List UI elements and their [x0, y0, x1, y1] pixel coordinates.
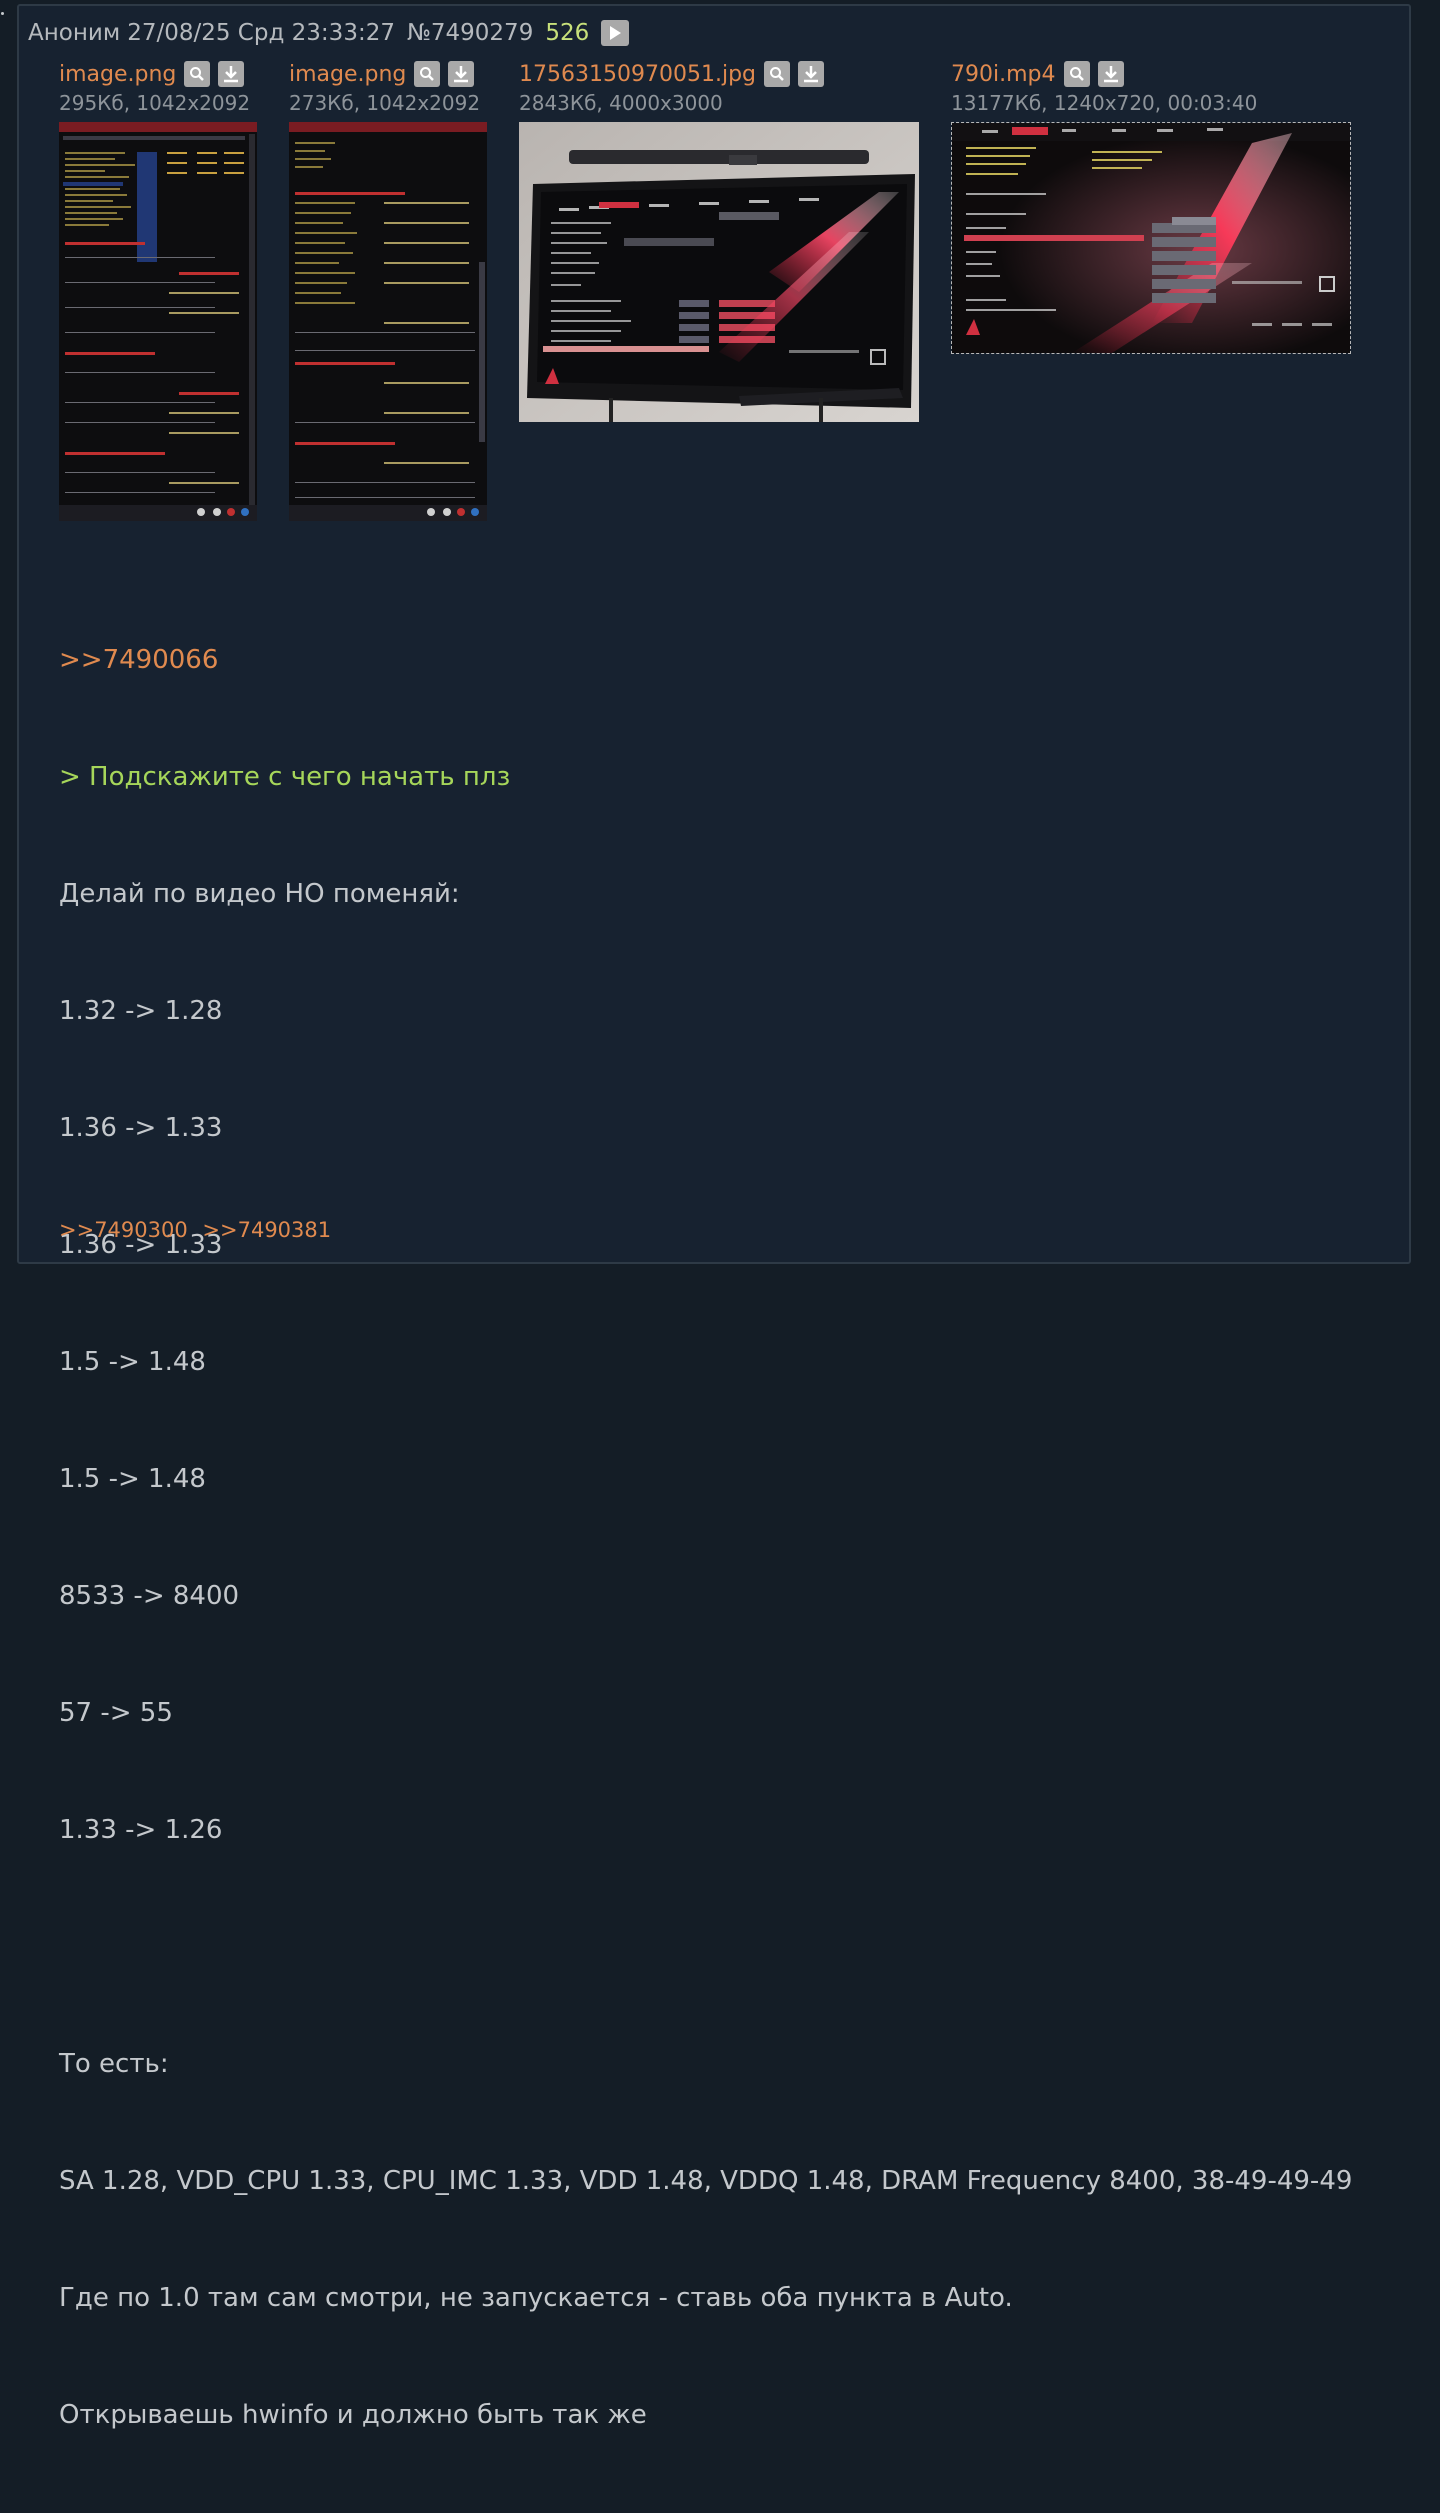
body-line: 8533 -> 8400: [59, 1581, 240, 1611]
file-meta: 295Кб, 1042x2092: [59, 91, 251, 115]
replies: >>7490300 >>7490381: [59, 1218, 339, 1242]
body-line: 1.33 -> 1.26: [59, 1815, 223, 1845]
file-attachment: 17563150970051.jpg 2843Кб, 4000x3000: [519, 58, 824, 116]
search-icon[interactable]: [414, 61, 441, 87]
file-attachment: image.png 295Кб, 1042x2092: [59, 58, 250, 116]
thumbnail-image[interactable]: [59, 122, 257, 521]
list-bullet: [1, 12, 4, 15]
file-attachment: 790i.mp4 13177Кб, 1240x720, 00:03:40: [951, 58, 1257, 116]
post: Аноним 27/08/25 Срд 23:33:27 №7490279 52…: [17, 4, 1411, 2430]
poster-name: Аноним: [28, 20, 121, 46]
download-icon[interactable]: [798, 61, 824, 87]
body-line: 1.36 -> 1.33: [59, 1113, 223, 1143]
post-number[interactable]: №7490279: [407, 20, 533, 46]
play-icon[interactable]: [601, 20, 630, 46]
download-icon[interactable]: [1097, 61, 1124, 87]
file-name-link[interactable]: image.png: [289, 62, 406, 87]
file-meta: 2843Кб, 4000x3000: [519, 91, 723, 115]
download-icon[interactable]: [218, 61, 245, 87]
body-line: То есть:: [59, 2049, 169, 2079]
body-line: 1.5 -> 1.48: [59, 1464, 206, 1494]
file-name-link[interactable]: 790i.mp4: [951, 62, 1056, 87]
search-icon[interactable]: [764, 61, 790, 87]
search-icon[interactable]: [1063, 61, 1090, 87]
body-line: Делай по видео НО поменяй:: [59, 879, 460, 909]
search-icon[interactable]: [184, 61, 211, 87]
file-name-link[interactable]: image.png: [59, 62, 176, 87]
post-header: Аноним 27/08/25 Срд 23:33:27 №7490279 52…: [28, 18, 630, 48]
body-line: 1.32 -> 1.28: [59, 996, 223, 1026]
download-icon[interactable]: [448, 61, 475, 87]
video-thumbnail[interactable]: [951, 122, 1351, 354]
body-line: SA 1.28, VDD_CPU 1.33, CPU_IMC 1.33, VDD…: [59, 2166, 1353, 2196]
post-count: 526: [545, 20, 590, 46]
file-meta: 13177Кб, 1240x720, 00:03:40: [951, 91, 1258, 115]
greentext-quote: > Подскажите с чего начать плз: [59, 762, 511, 792]
body-line: 57 -> 55: [59, 1698, 173, 1728]
body-line: Где по 1.0 там сам смотри, не запускаетс…: [59, 2283, 1013, 2313]
thumbnail-image[interactable]: [289, 122, 487, 521]
reply-backlink[interactable]: >>7490381: [202, 1218, 331, 1242]
file-name-link[interactable]: 17563150970051.jpg: [519, 62, 756, 87]
file-attachment: image.png 273Кб, 1042x2092: [289, 58, 480, 116]
thumbnail-image[interactable]: [519, 122, 919, 422]
body-line: Открываешь hwinfo и должно быть так же: [59, 2400, 647, 2430]
body-line: 1.5 -> 1.48: [59, 1347, 206, 1377]
reply-backlink[interactable]: >>7490300: [59, 1218, 188, 1242]
reply-link[interactable]: >>7490066: [59, 641, 1352, 680]
post-date: 27/08/25 Срд 23:33:27: [127, 20, 395, 46]
post-body: >>7490066 > Подскажите с чего начать плз…: [59, 563, 1352, 2513]
file-meta: 273Кб, 1042x2092: [289, 91, 481, 115]
